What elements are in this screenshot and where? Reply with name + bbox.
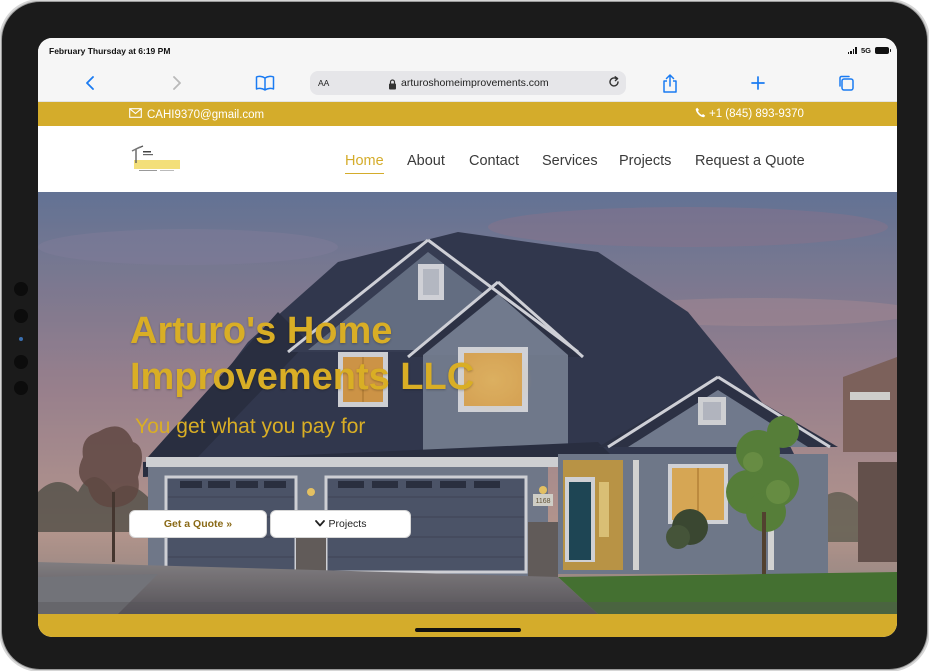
sensor-dot-icon xyxy=(14,355,28,369)
battery-icon xyxy=(875,47,891,54)
phone-link[interactable]: +1 (845) 893-9370 xyxy=(695,107,804,121)
sensor-dot-icon xyxy=(14,381,28,395)
nav-home[interactable]: Home xyxy=(345,153,384,174)
phone-text: +1 (845) 893-9370 xyxy=(709,108,804,120)
status-indicators: 5G xyxy=(847,46,891,55)
get-quote-label: Get a Quote » xyxy=(163,518,233,530)
nav-contact[interactable]: Contact xyxy=(469,153,519,169)
projects-button[interactable]: Projects xyxy=(270,510,411,538)
email-link[interactable]: CAHI9370@gmail.com xyxy=(129,108,264,121)
url-text: arturoshomeimprovements.com xyxy=(401,77,549,89)
hero-section: 1168 Arturo's Home Improvements LLC You … xyxy=(38,192,897,614)
site-header: Home About Contact Services Projects Req… xyxy=(38,126,897,192)
nav-projects[interactable]: Projects xyxy=(619,153,671,169)
main-nav: Home About Contact Services Projects Req… xyxy=(38,126,897,192)
ipad-frame: February Thursday at 6:19 PM 5G AA artur… xyxy=(2,2,927,669)
home-indicator[interactable] xyxy=(415,628,521,632)
footer-band xyxy=(38,614,897,637)
contact-info-bar: CAHI9370@gmail.com +1 (845) 893-9370 xyxy=(38,102,897,126)
hero-subtitle: You get what you pay for xyxy=(135,415,366,438)
get-quote-button[interactable]: Get a Quote » xyxy=(129,510,267,538)
email-text: CAHI9370@gmail.com xyxy=(147,108,265,121)
hero-title-line-2: Improvements LLC xyxy=(130,356,475,398)
projects-button-label: Projects xyxy=(328,518,367,530)
camera-lens-icon xyxy=(19,337,23,341)
network-label: 5G xyxy=(860,46,871,55)
status-time: February Thursday at 6:19 PM xyxy=(49,46,171,56)
camera-dot-icon xyxy=(14,282,28,296)
tabs-icon[interactable] xyxy=(836,73,856,93)
address-bar[interactable]: AA arturoshomeimprovements.com xyxy=(310,71,626,95)
text-size-button[interactable]: AA xyxy=(318,78,329,88)
hero-title-line-1: Arturo's Home xyxy=(130,310,393,352)
nav-request-quote[interactable]: Request a Quote xyxy=(695,153,805,169)
reload-icon[interactable] xyxy=(607,75,621,94)
nav-about[interactable]: About xyxy=(407,153,445,169)
new-tab-icon[interactable] xyxy=(748,73,768,93)
envelope-icon xyxy=(129,108,142,121)
sensor-dot-icon xyxy=(14,309,28,323)
screen: February Thursday at 6:19 PM 5G AA artur… xyxy=(38,38,897,637)
browser-toolbar: AA arturoshomeimprovements.com xyxy=(38,64,897,102)
signal-icon xyxy=(847,47,857,54)
hero-title: Arturo's Home Improvements LLC xyxy=(130,308,550,400)
status-bar: February Thursday at 6:19 PM 5G xyxy=(38,38,897,64)
back-icon[interactable] xyxy=(80,73,100,93)
nav-services[interactable]: Services xyxy=(542,153,598,169)
bookmarks-icon[interactable] xyxy=(255,73,275,93)
house-photo: 1168 xyxy=(38,192,897,614)
forward-icon[interactable] xyxy=(167,73,187,93)
share-icon[interactable] xyxy=(660,73,680,93)
phone-icon xyxy=(695,107,706,121)
lock-icon xyxy=(388,77,397,95)
chevron-down-icon xyxy=(314,518,325,530)
